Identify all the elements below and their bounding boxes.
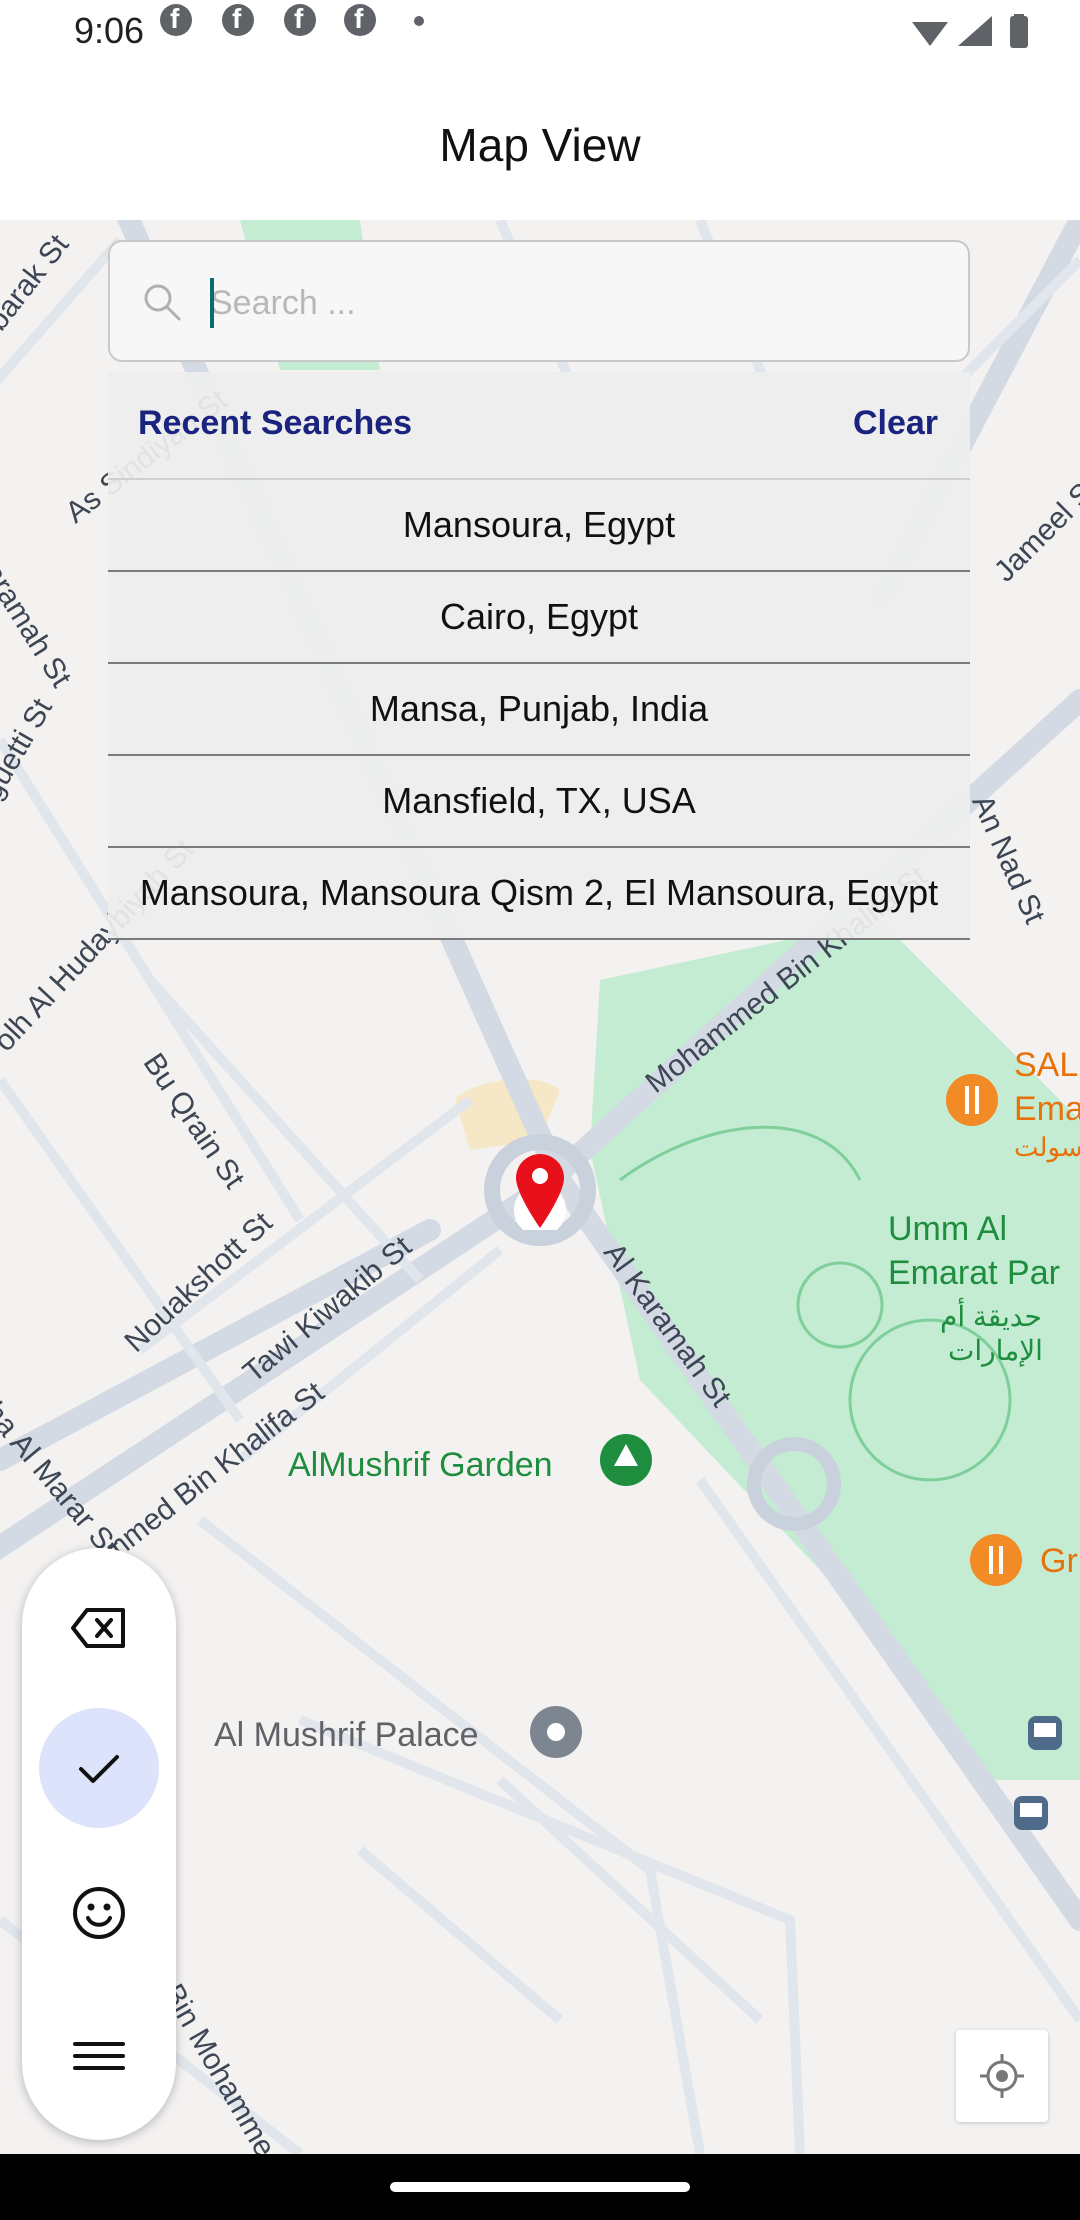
home-gesture-handle[interactable] [390,2182,690,2192]
facebook-icon [160,3,192,36]
backspace-button[interactable] [39,1568,159,1688]
map-label: Emarat Par [888,1254,1060,1292]
recent-search-item[interactable]: Mansoura, Egypt [108,480,970,572]
page-title: Map View [439,119,641,171]
facebook-icon [222,3,254,36]
map-label: سولت [1014,1132,1080,1162]
backspace-icon [71,1608,125,1648]
emoji-button[interactable] [39,1853,159,1973]
recent-search-item[interactable]: Cairo, Egypt [108,572,970,664]
bus-stop-icon [1028,1716,1062,1750]
map-label: Umm Al [888,1210,1007,1248]
menu-icon [73,2042,125,2070]
system-navigation-bar [0,2154,1080,2220]
status-time: 9:06 [74,10,145,51]
cell-signal-icon [958,16,992,46]
facebook-icon [284,3,316,36]
search-input[interactable] [208,276,932,330]
status-bar: 9:06 [0,0,1080,64]
search-icon [144,284,181,321]
restaurant-poi-icon [970,1534,1022,1586]
clear-button[interactable]: Clear [853,404,938,443]
map-label: الإمارات [948,1335,1043,1366]
map-label: SAL [1014,1046,1079,1084]
garden-poi-icon [600,1434,652,1486]
text-cursor [210,278,214,328]
system-status-icons [912,14,1028,48]
map-label: Gr [1040,1542,1078,1580]
app-header: Map View [0,64,1080,220]
recent-search-item[interactable]: Mansa, Punjab, India [108,664,970,756]
map-label: Ema [1014,1090,1080,1128]
search-box[interactable] [108,240,970,362]
bus-stop-icon [1014,1796,1048,1830]
menu-button[interactable] [39,1996,159,2116]
my-location-icon [980,2054,1024,2098]
floating-action-panel [22,1548,176,2140]
map-label: AlMushrif Garden [288,1446,553,1484]
recent-search-item[interactable]: Mansoura, Mansoura Qism 2, El Mansoura, … [108,848,970,940]
recent-search-item[interactable]: Mansfield, TX, USA [108,756,970,848]
more-dot-icon [414,16,424,26]
map-label: Al Mushrif Palace [214,1716,479,1754]
landmark-poi-icon [530,1706,582,1758]
my-location-button[interactable] [956,2030,1048,2122]
confirm-button[interactable] [39,1708,159,1828]
wifi-icon [912,22,948,46]
check-icon [79,1755,119,1783]
recent-searches-panel: Recent Searches Clear Mansoura, Egypt Ca… [108,372,970,940]
emoji-icon [73,1887,125,1939]
restaurant-poi-icon [946,1074,998,1126]
map-label: حديقة أم [940,1301,1042,1332]
recent-searches-title: Recent Searches [138,404,413,442]
battery-icon [1010,16,1028,48]
recent-searches-header: Recent Searches Clear [108,372,970,480]
facebook-icon [344,3,376,36]
location-pin-icon [514,1154,566,1230]
